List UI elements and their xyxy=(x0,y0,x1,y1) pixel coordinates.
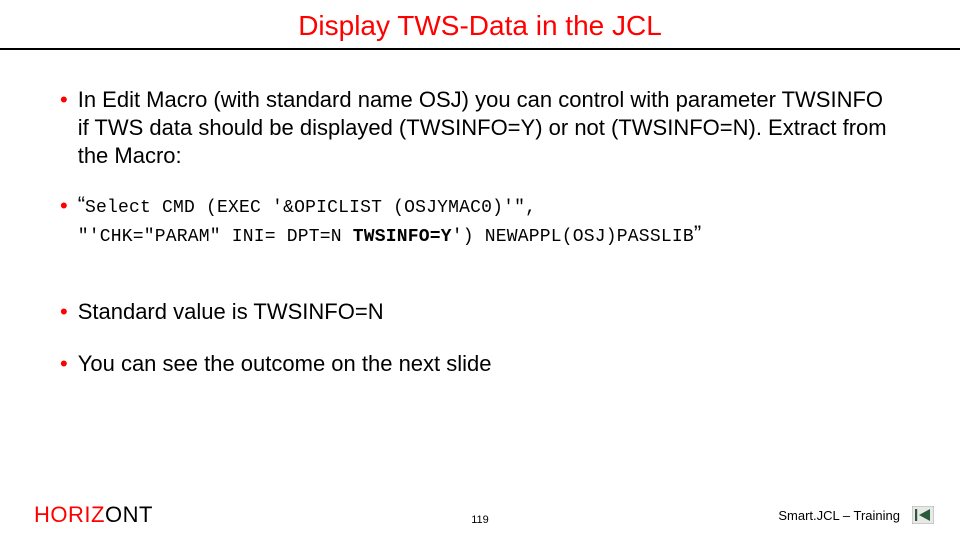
brand-accent: HORIZ xyxy=(34,502,105,527)
brand-logo: HORIZONT xyxy=(34,502,153,528)
page-number: 119 xyxy=(471,514,489,526)
slide-footer: HORIZONT 119 Smart.JCL – Training xyxy=(0,500,960,540)
bullet-dot: • xyxy=(60,298,68,326)
bullet-1: • In Edit Macro (with standard name OSJ)… xyxy=(60,86,900,170)
bullet-4-text: You can see the outcome on the next slid… xyxy=(78,350,492,378)
footer-right: Smart.JCL – Training xyxy=(778,506,934,524)
bullet-3-text: Standard value is TWSINFO=N xyxy=(78,298,384,326)
open-quote: “ xyxy=(78,192,85,217)
bullet-3: • Standard value is TWSINFO=N xyxy=(60,298,900,326)
code-line-2-suffix: ') NEWAPPL(OSJ)PASSLIB xyxy=(452,227,694,247)
code-line-2-prefix: "'CHK="PARAM" INI= DPT=N xyxy=(78,227,353,247)
bullet-4: • You can see the outcome on the next sl… xyxy=(60,350,900,378)
bullet-dot: • xyxy=(60,86,68,114)
close-quote: ” xyxy=(694,221,701,246)
code-line-2-bold: TWSINFO=Y xyxy=(353,227,452,247)
slide-title: Display TWS-Data in the JCL xyxy=(0,0,960,48)
bullet-2-text: “Select CMD (EXEC '&OPICLIST (OSJYMAC0)'… xyxy=(78,192,701,250)
bullet-2-code: • “Select CMD (EXEC '&OPICLIST (OSJYMAC0… xyxy=(60,192,900,250)
bullet-dot: • xyxy=(60,350,68,378)
code-line-1: Select CMD (EXEC '&OPICLIST (OSJYMAC0)'"… xyxy=(85,198,536,218)
first-slide-icon[interactable] xyxy=(912,506,934,524)
course-label: Smart.JCL – Training xyxy=(778,508,900,523)
bullet-dot: • xyxy=(60,192,68,220)
brand-rest: ONT xyxy=(105,502,153,527)
slide-body: • In Edit Macro (with standard name OSJ)… xyxy=(0,50,960,378)
bullet-1-text: In Edit Macro (with standard name OSJ) y… xyxy=(78,86,900,170)
